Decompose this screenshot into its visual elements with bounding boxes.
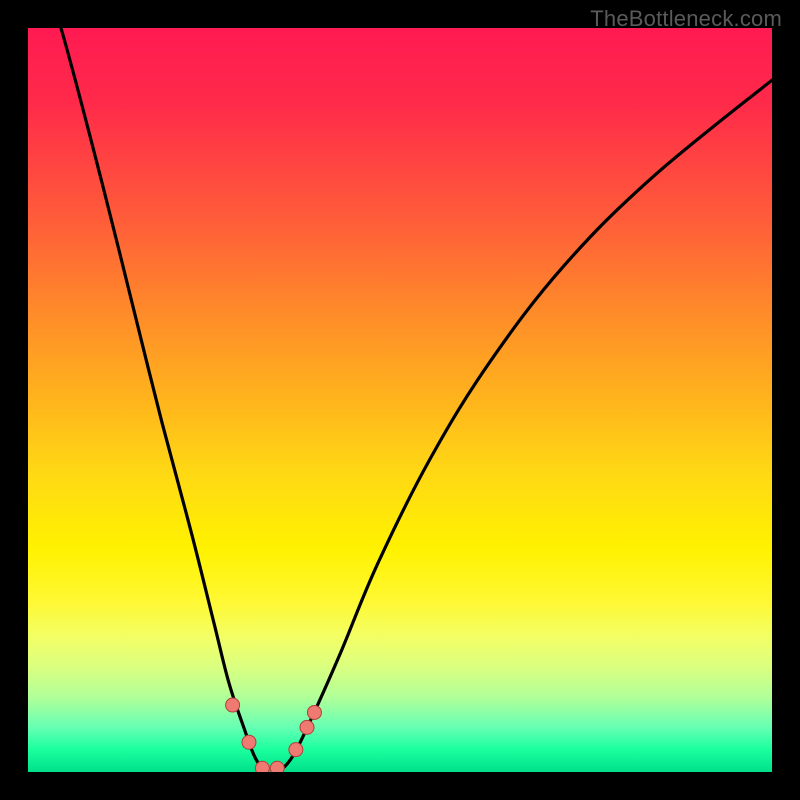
curve-marker [300, 720, 314, 734]
curve-markers [226, 698, 322, 772]
curve-marker [289, 743, 303, 757]
curve-svg [28, 28, 772, 772]
curve-marker [242, 735, 256, 749]
curve-marker [307, 705, 321, 719]
curve-marker [255, 761, 269, 772]
curve-marker [226, 698, 240, 712]
plot-area [28, 28, 772, 772]
curve-marker [270, 761, 284, 772]
chart-frame: TheBottleneck.com [0, 0, 800, 800]
bottleneck-curve [28, 28, 772, 772]
